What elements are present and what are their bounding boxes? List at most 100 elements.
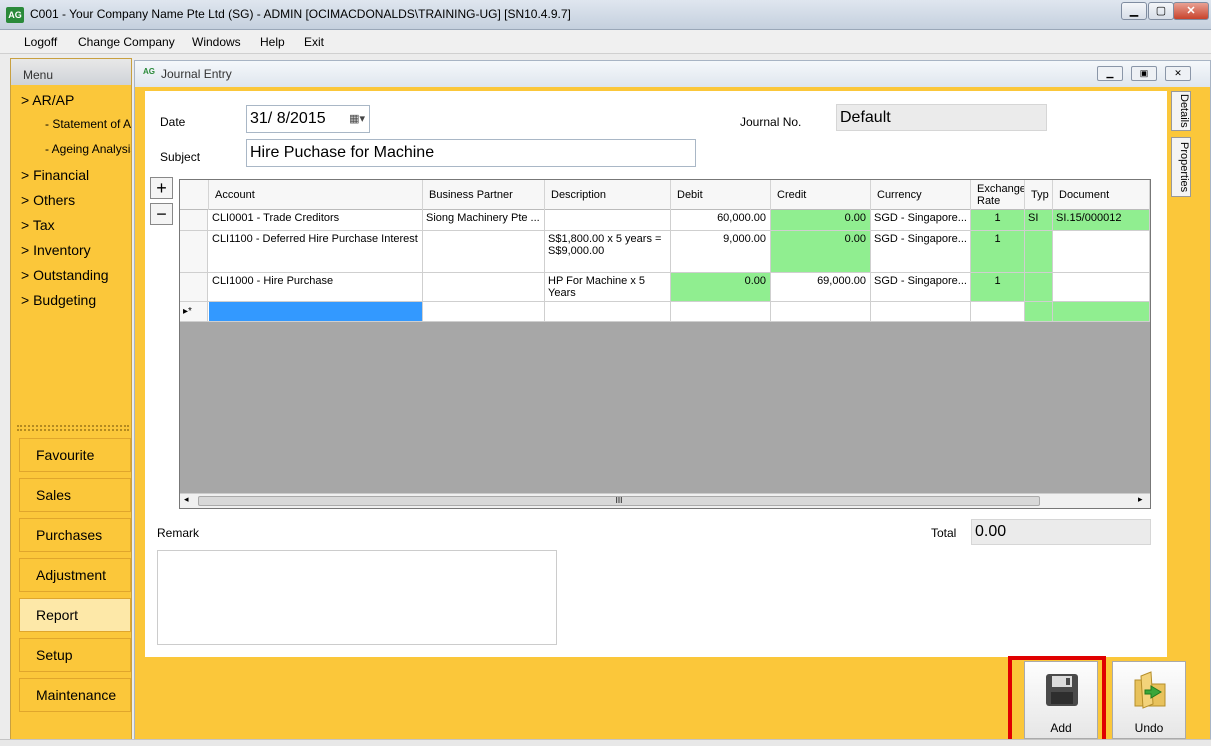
row-header[interactable]	[180, 210, 208, 230]
sidebar-button-adjustment[interactable]: Adjustment	[19, 558, 131, 592]
sidebar-item-statement[interactable]: - Statement of A	[45, 117, 131, 131]
maximize-icon[interactable]: ▢	[1148, 2, 1174, 20]
cell-exchange-rate[interactable]: 1	[971, 210, 1025, 230]
title-bar: AG C001 - Your Company Name Pte Ltd (SG)…	[0, 0, 1211, 30]
cell-document[interactable]: SI.15/000012	[1053, 210, 1150, 230]
remove-row-button[interactable]: −	[150, 203, 173, 225]
journal-minimize-icon[interactable]: ▁	[1097, 66, 1123, 81]
date-field[interactable]: 31/ 8/2015 ▦▾	[246, 105, 370, 133]
status-bar	[0, 739, 1211, 746]
sidebar-button-favourite[interactable]: Favourite	[19, 438, 131, 472]
row-header[interactable]	[180, 231, 208, 272]
cell-document[interactable]	[1053, 273, 1150, 301]
cell-currency[interactable]: SGD - Singapore...	[871, 210, 971, 230]
cell-currency[interactable]: SGD - Singapore...	[871, 231, 971, 272]
sidebar-header: Menu	[11, 59, 131, 85]
sidebar-button-sales[interactable]: Sales	[19, 478, 131, 512]
journal-logo: AG	[143, 67, 155, 76]
cell-document[interactable]	[1053, 231, 1150, 272]
col-description[interactable]: Description	[545, 180, 671, 210]
grid-header: Account Business Partner Description Deb…	[180, 180, 1150, 210]
col-account[interactable]: Account	[209, 180, 423, 210]
table-row[interactable]: CLI1000 - Hire Purchase HP For Machine x…	[180, 273, 1150, 302]
sidebar-item-budgeting[interactable]: > Budgeting	[21, 292, 96, 308]
cell-partner[interactable]	[423, 273, 545, 301]
table-row[interactable]: CLI0001 - Trade Creditors Siong Machiner…	[180, 210, 1150, 231]
cell-credit[interactable]: 0.00	[771, 231, 871, 272]
sidebar-item-outstanding[interactable]: > Outstanding	[21, 267, 109, 283]
cell-credit[interactable]	[771, 302, 871, 321]
sidebar-item-ar-ap[interactable]: > AR/AP	[21, 92, 74, 108]
col-document[interactable]: Document	[1053, 180, 1150, 210]
cell-currency[interactable]: SGD - Singapore...	[871, 273, 971, 301]
table-row[interactable]: CLI1100 - Deferred Hire Purchase Interes…	[180, 231, 1150, 273]
journal-close-icon[interactable]: ✕	[1165, 66, 1191, 81]
cell-partner[interactable]: Siong Machinery Pte ...	[423, 210, 545, 230]
scroll-left-icon[interactable]: ◂	[184, 494, 189, 505]
sidebar-button-purchases[interactable]: Purchases	[19, 518, 131, 552]
cell-description[interactable]	[545, 210, 671, 230]
close-icon[interactable]: ✕	[1173, 2, 1209, 20]
menu-exit[interactable]: Exit	[304, 35, 324, 49]
subject-input[interactable]: Hire Puchase for Machine	[246, 139, 696, 167]
sidebar-item-financial[interactable]: > Financial	[21, 167, 89, 183]
cell-currency[interactable]	[871, 302, 971, 321]
cell-partner[interactable]	[423, 302, 545, 321]
cell-debit[interactable]: 0.00	[671, 273, 771, 301]
menu-logoff[interactable]: Logoff	[24, 35, 57, 49]
cell-type[interactable]	[1025, 273, 1053, 301]
tab-details[interactable]: Details	[1171, 91, 1191, 131]
cell-type[interactable]: SI	[1025, 210, 1053, 230]
sidebar-item-tax[interactable]: > Tax	[21, 217, 55, 233]
scroll-right-icon[interactable]: ▸	[1138, 494, 1143, 505]
cell-exchange-rate[interactable]: 1	[971, 273, 1025, 301]
cell-credit[interactable]: 0.00	[771, 210, 871, 230]
cell-description[interactable]: HP For Machine x 5 Years	[545, 273, 671, 301]
journal-restore-icon[interactable]: ▣	[1131, 66, 1157, 81]
col-credit[interactable]: Credit	[771, 180, 871, 210]
tab-properties[interactable]: Properties	[1171, 137, 1191, 197]
cell-type[interactable]	[1025, 302, 1053, 321]
add-row-button[interactable]: +	[150, 177, 173, 199]
cell-exchange-rate[interactable]	[971, 302, 1025, 321]
row-header[interactable]	[180, 273, 208, 301]
cell-exchange-rate[interactable]: 1	[971, 231, 1025, 272]
cell-account-selected[interactable]	[209, 302, 423, 321]
scroll-thumb[interactable]: III	[198, 496, 1040, 506]
cell-account[interactable]: CLI0001 - Trade Creditors	[209, 210, 423, 230]
col-debit[interactable]: Debit	[671, 180, 771, 210]
sidebar-button-setup[interactable]: Setup	[19, 638, 131, 672]
col-business-partner[interactable]: Business Partner	[423, 180, 545, 210]
cell-type[interactable]	[1025, 231, 1053, 272]
cell-description[interactable]	[545, 302, 671, 321]
undo-button[interactable]: Undo	[1112, 661, 1186, 739]
sidebar-item-ageing-analysis[interactable]: - Ageing Analysis	[45, 142, 131, 156]
cell-debit[interactable]: 60,000.00	[671, 210, 771, 230]
sidebar-item-others[interactable]: > Others	[21, 192, 75, 208]
cell-account[interactable]: CLI1000 - Hire Purchase	[209, 273, 423, 301]
minimize-icon[interactable]: ▁	[1121, 2, 1147, 20]
horizontal-scrollbar[interactable]: ◂ III ▸	[180, 493, 1150, 508]
menu-windows[interactable]: Windows	[192, 35, 241, 49]
menu-change-company[interactable]: Change Company	[78, 35, 175, 49]
remark-input[interactable]	[157, 550, 557, 645]
col-type[interactable]: Typ	[1025, 180, 1053, 210]
menu-help[interactable]: Help	[260, 35, 285, 49]
cell-description[interactable]: S$1,800.00 x 5 years = S$9,000.00	[545, 231, 671, 272]
new-row[interactable]: ▸*	[180, 302, 1150, 322]
sidebar-button-report[interactable]: Report	[19, 598, 131, 632]
undo-button-label: Undo	[1134, 721, 1164, 735]
sidebar-button-maintenance[interactable]: Maintenance	[19, 678, 131, 712]
calendar-dropdown-icon[interactable]: ▦▾	[349, 106, 365, 132]
cell-account[interactable]: CLI1100 - Deferred Hire Purchase Interes…	[209, 231, 423, 272]
cell-credit[interactable]: 69,000.00	[771, 273, 871, 301]
cell-debit[interactable]: 9,000.00	[671, 231, 771, 272]
col-exchange-rate[interactable]: Exchange Rate	[971, 180, 1025, 210]
cell-debit[interactable]	[671, 302, 771, 321]
cell-partner[interactable]	[423, 231, 545, 272]
sidebar-splitter[interactable]	[17, 425, 129, 431]
cell-document[interactable]	[1053, 302, 1150, 321]
col-currency[interactable]: Currency	[871, 180, 971, 210]
sidebar-item-inventory[interactable]: > Inventory	[21, 242, 91, 258]
undo-folder-icon	[1134, 671, 1166, 709]
